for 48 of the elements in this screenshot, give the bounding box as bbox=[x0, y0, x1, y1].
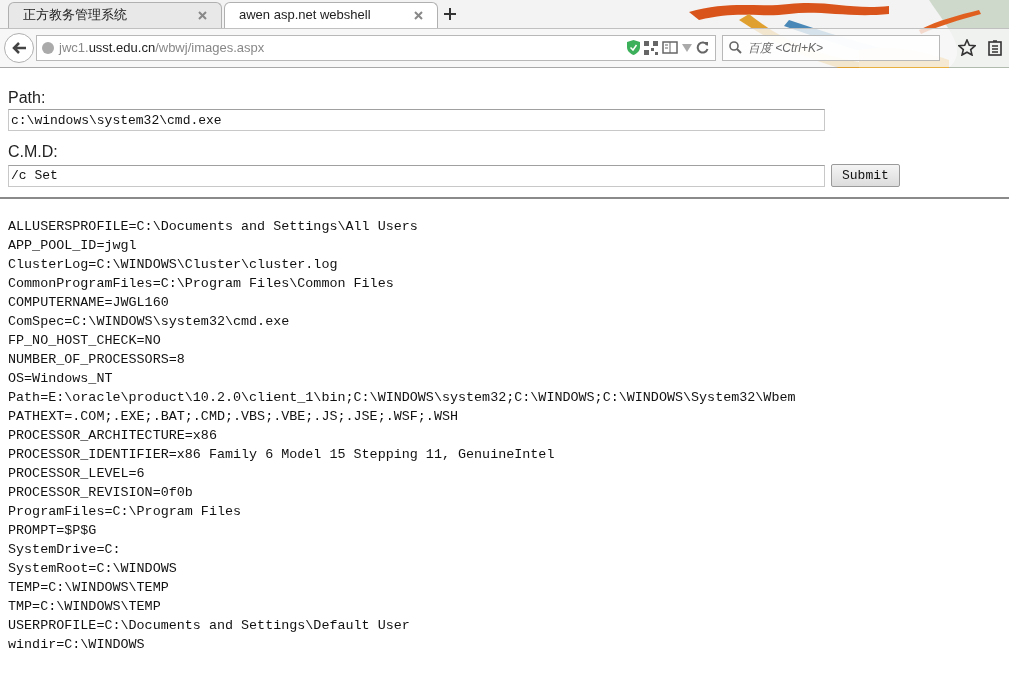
output-line: NUMBER_OF_PROCESSORS=8 bbox=[8, 351, 186, 369]
search-placeholder: 百度 <Ctrl+K> bbox=[748, 39, 824, 57]
browser-tab[interactable]: awen asp.net webshell bbox=[224, 1, 438, 28]
output-line: OS=Windows_NT bbox=[8, 370, 114, 388]
browser-tab[interactable]: 正方教务管理系统 bbox=[8, 1, 222, 28]
address-bar[interactable]: jwc1.usst.edu.cn/wbwj/images.aspx bbox=[36, 34, 716, 61]
output-line: SystemRoot=C:\WINDOWS bbox=[8, 560, 178, 578]
reload-icon[interactable] bbox=[696, 41, 709, 55]
output-line: ProgramFiles=C:\Program Files bbox=[8, 503, 243, 521]
output-line: PROMPT=$P$G bbox=[8, 522, 98, 540]
output-line: ComSpec=C:\WINDOWS\system32\cmd.exe bbox=[8, 313, 291, 331]
output-line: PROCESSOR_IDENTIFIER=x86 Family 6 Model 15 Stepping 11, GenuineIntel bbox=[8, 446, 556, 464]
output-line: TEMP=C:\WINDOWS\TEMP bbox=[8, 579, 170, 597]
tab-title: 正方教务管理系统 bbox=[23, 6, 127, 25]
output-line: SystemDrive=C: bbox=[8, 541, 122, 559]
qr-code-icon[interactable] bbox=[644, 40, 658, 55]
output-line: PROCESSOR_LEVEL=6 bbox=[8, 465, 146, 483]
tab-title: awen asp.net webshell bbox=[239, 6, 371, 25]
path-field[interactable]: c:\windows\system32\cmd.exe bbox=[8, 109, 825, 131]
output-line: windir=C:\WINDOWS bbox=[8, 636, 146, 654]
output-line: Path=E:\oracle\product\10.2.0\client_1\bin;C:\WINDOWS\system32;C:\WINDOWS;C:\WINDOWS\System32\Wbem bbox=[8, 389, 797, 407]
output-line: PROCESSOR_REVISION=0f0b bbox=[8, 484, 194, 502]
url-text: jwc1.usst.edu.cn/wbwj/images.aspx bbox=[59, 39, 266, 58]
back-arrow-icon bbox=[12, 41, 26, 54]
cmd-field[interactable]: /c Set bbox=[8, 164, 825, 187]
output-line: PROCESSOR_ARCHITECTURE=x86 bbox=[8, 427, 218, 445]
output-line: COMPUTERNAME=JWGL160 bbox=[8, 294, 170, 312]
search-icon bbox=[729, 41, 742, 55]
close-icon[interactable] bbox=[198, 10, 207, 20]
output-line: FP_NO_HOST_CHECK=NO bbox=[8, 332, 162, 350]
reader-icon[interactable] bbox=[662, 41, 678, 55]
output-line: CommonProgramFiles=C:\Program Files\Common Files bbox=[8, 275, 395, 293]
output-line: ALLUSERSPROFILE=C:\Documents and Settings\All Users bbox=[8, 218, 419, 236]
output-line: PATHEXT=.COM;.EXE;.BAT;.CMD;.VBS;.VBE;.JS;.JSE;.WSF;.WSH bbox=[8, 408, 459, 426]
submit-button[interactable]: Submit bbox=[831, 164, 900, 187]
cmd-label: C.M.D: bbox=[8, 142, 59, 162]
output-line: TMP=C:\WINDOWS\TEMP bbox=[8, 598, 162, 616]
search-field[interactable]: 百度 <Ctrl+K> bbox=[722, 34, 940, 61]
star-icon[interactable] bbox=[958, 39, 976, 57]
output-line: ClusterLog=C:\WINDOWS\Cluster\cluster.log bbox=[8, 256, 339, 274]
close-icon[interactable] bbox=[414, 10, 423, 20]
back-button[interactable] bbox=[4, 32, 34, 63]
output-line: USERPROFILE=C:\Documents and Settings\Default User bbox=[8, 617, 411, 635]
shield-icon[interactable] bbox=[627, 40, 640, 56]
clipboard-icon[interactable] bbox=[988, 39, 1002, 56]
new-tab-icon[interactable] bbox=[444, 7, 456, 20]
output-line: APP_POOL_ID=jwgl bbox=[8, 237, 138, 255]
path-label: Path: bbox=[8, 88, 47, 108]
